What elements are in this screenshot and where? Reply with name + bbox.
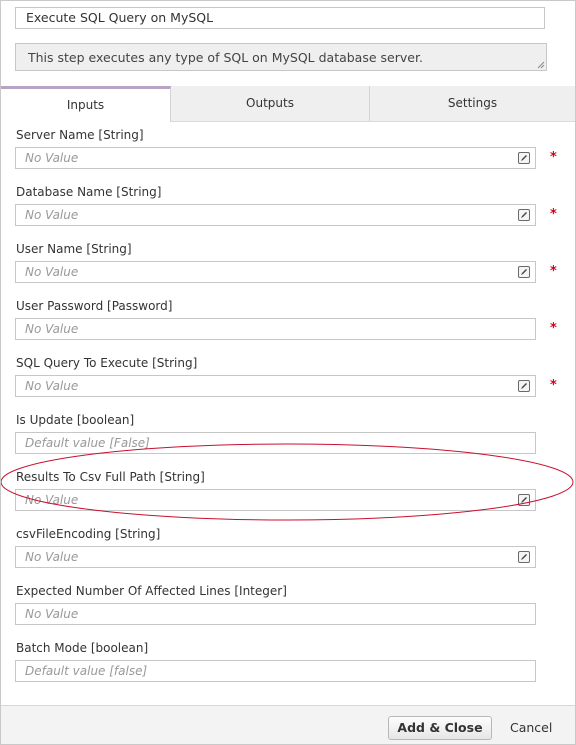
- required-marker: *: [550, 378, 557, 393]
- tab-outputs[interactable]: Outputs: [171, 86, 370, 121]
- field-batch-mode: Batch Mode [boolean] Default value [fals…: [15, 635, 555, 685]
- step-description-textarea[interactable]: This step executes any type of SQL on My…: [15, 43, 547, 71]
- tab-bar: Inputs Outputs Settings: [1, 86, 575, 122]
- user-name-input[interactable]: No Value: [15, 261, 536, 283]
- csv-file-encoding-input[interactable]: No Value: [15, 546, 536, 568]
- field-placeholder: No Value: [25, 493, 79, 507]
- field-user-name: User Name [String] No Value *: [15, 236, 557, 286]
- field-placeholder: No Value: [25, 208, 79, 222]
- field-placeholder: No Value: [25, 322, 79, 336]
- server-name-input[interactable]: No Value: [15, 147, 536, 169]
- cancel-button[interactable]: Cancel: [510, 716, 552, 740]
- expected-affected-lines-input[interactable]: No Value: [15, 603, 536, 625]
- is-update-input[interactable]: Default value [False]: [15, 432, 536, 454]
- field-placeholder: No Value: [25, 607, 79, 621]
- field-sql-query: SQL Query To Execute [String] No Value *: [15, 350, 557, 400]
- required-marker: *: [550, 150, 557, 165]
- field-placeholder: Default value [false]: [25, 664, 148, 678]
- field-label: Results To Csv Full Path [String]: [16, 470, 205, 484]
- required-marker: *: [550, 207, 557, 222]
- edit-value-icon[interactable]: [518, 494, 530, 506]
- field-placeholder: No Value: [25, 379, 79, 393]
- field-placeholder: Default value [False]: [25, 436, 150, 450]
- field-placeholder: No Value: [25, 151, 79, 165]
- step-title-input[interactable]: Execute SQL Query on MySQL: [15, 7, 545, 29]
- field-label: User Name [String]: [16, 242, 132, 256]
- required-marker: *: [550, 321, 557, 336]
- field-database-name: Database Name [String] No Value *: [15, 179, 557, 229]
- tab-inputs[interactable]: Inputs: [1, 86, 171, 122]
- field-label: csvFileEncoding [String]: [16, 527, 161, 541]
- resize-grip-icon[interactable]: [537, 61, 545, 69]
- add-close-button[interactable]: Add & Close: [388, 716, 492, 740]
- edit-value-icon[interactable]: [518, 266, 530, 278]
- sql-query-input[interactable]: No Value: [15, 375, 536, 397]
- edit-value-icon[interactable]: [518, 209, 530, 221]
- step-description-text: This step executes any type of SQL on My…: [28, 50, 423, 65]
- edit-value-icon[interactable]: [518, 551, 530, 563]
- field-placeholder: No Value: [25, 265, 79, 279]
- field-csv-file-encoding: csvFileEncoding [String] No Value: [15, 521, 555, 571]
- field-server-name: Server Name [String] No Value *: [15, 122, 557, 172]
- dialog-footer: Add & Close Cancel: [1, 705, 575, 744]
- field-results-csv-path: Results To Csv Full Path [String] No Val…: [15, 464, 555, 514]
- field-is-update: Is Update [boolean] Default value [False…: [15, 407, 555, 457]
- edit-value-icon[interactable]: [518, 152, 530, 164]
- field-label: User Password [Password]: [16, 299, 173, 313]
- tab-settings[interactable]: Settings: [370, 86, 575, 121]
- user-password-input[interactable]: No Value: [15, 318, 536, 340]
- field-placeholder: No Value: [25, 550, 79, 564]
- field-label: Batch Mode [boolean]: [16, 641, 149, 655]
- database-name-input[interactable]: No Value: [15, 204, 536, 226]
- edit-value-icon[interactable]: [518, 380, 530, 392]
- field-expected-affected-lines: Expected Number Of Affected Lines [Integ…: [15, 578, 555, 628]
- field-label: Database Name [String]: [16, 185, 162, 199]
- dialog-header: Execute SQL Query on MySQL This step exe…: [1, 1, 575, 85]
- step-dialog: Execute SQL Query on MySQL This step exe…: [0, 0, 576, 745]
- field-label: Expected Number Of Affected Lines [Integ…: [16, 584, 287, 598]
- required-marker: *: [550, 264, 557, 279]
- field-label: Is Update [boolean]: [16, 413, 135, 427]
- field-label: SQL Query To Execute [String]: [16, 356, 198, 370]
- batch-mode-input[interactable]: Default value [false]: [15, 660, 536, 682]
- field-label: Server Name [String]: [16, 128, 144, 142]
- results-csv-path-input[interactable]: No Value: [15, 489, 536, 511]
- field-user-password: User Password [Password] No Value *: [15, 293, 557, 343]
